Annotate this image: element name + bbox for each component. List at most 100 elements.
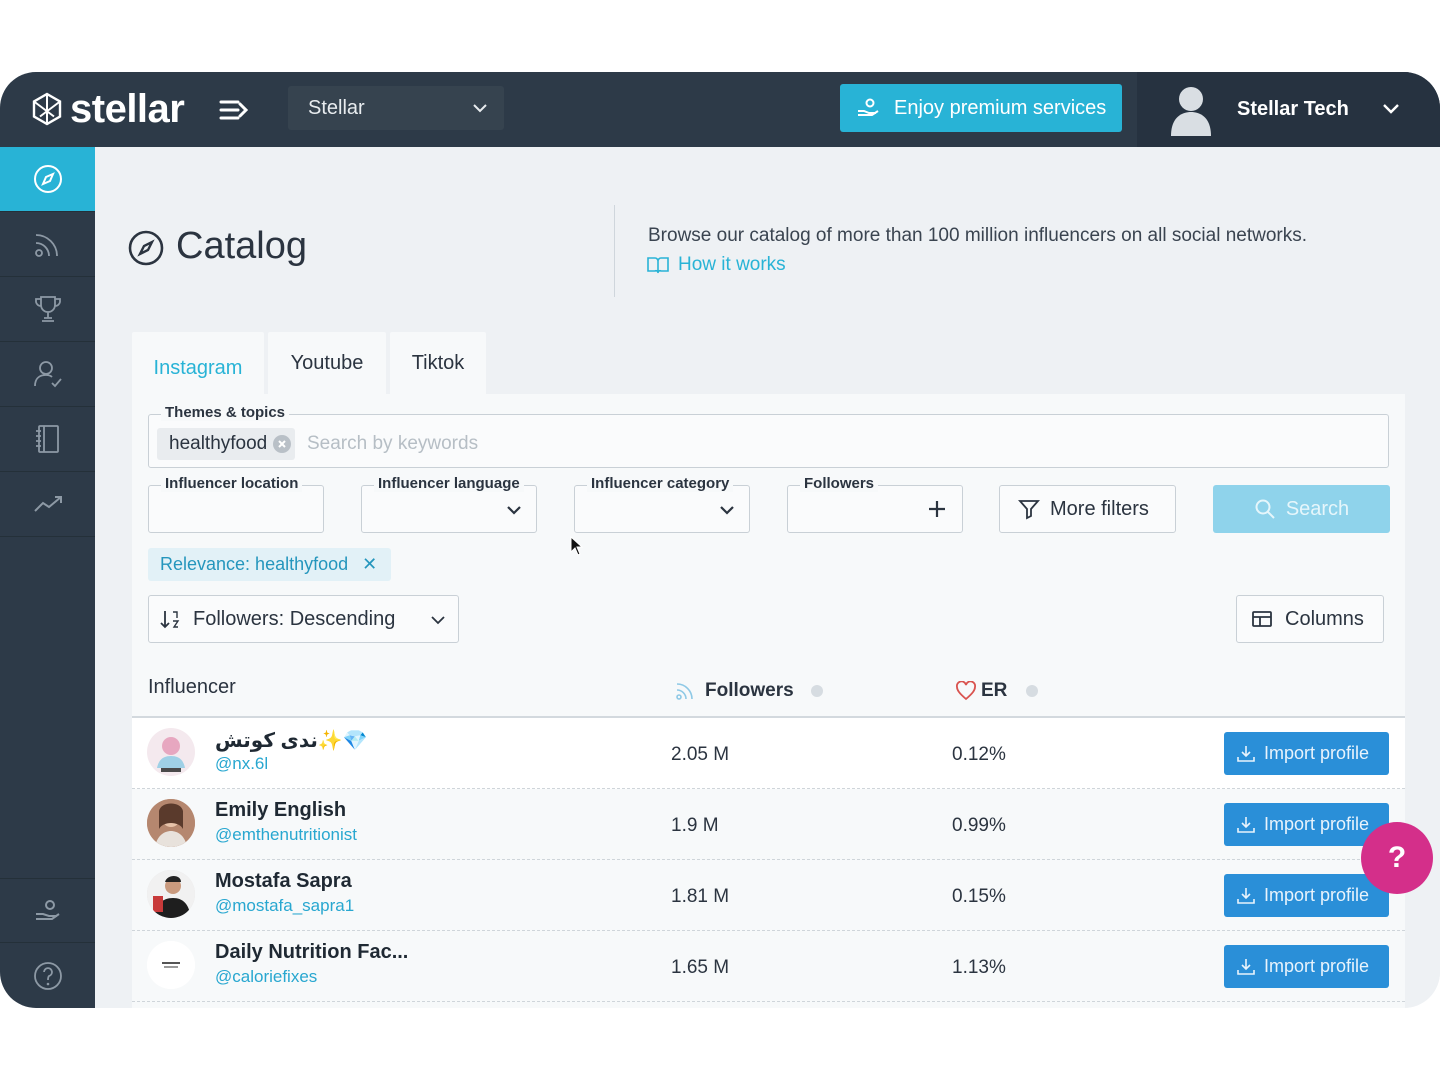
menu-toggle-icon[interactable] [218, 94, 250, 126]
sidebar-item-lists[interactable] [0, 407, 95, 472]
relevance-tag: Relevance: healthyfood ✕ [148, 548, 392, 581]
download-icon [1237, 958, 1255, 975]
app-window: stellar Stellar Enjoy premium services S… [0, 72, 1440, 1008]
avatar [147, 870, 195, 918]
followers-value: 1.65 M [671, 957, 730, 978]
sidebar-item-catalog[interactable] [0, 147, 95, 212]
search-panel: Themes & topics healthyfood Influencer l… [132, 394, 1405, 1008]
rss-icon [34, 234, 58, 257]
language-select[interactable]: Influencer language [361, 475, 537, 533]
influencer-handle[interactable]: @mostafa_sapra1 [215, 896, 354, 916]
import-profile-label: Import profile [1264, 814, 1370, 834]
theme-chip: healthyfood [157, 428, 296, 460]
compass-icon [33, 165, 62, 193]
compass-icon [128, 230, 164, 266]
influencer-name[interactable]: ندى كوتش✨💎 [215, 728, 368, 753]
location-label: Influencer location [161, 475, 303, 492]
more-filters-button[interactable]: More filters [999, 485, 1176, 533]
stellar-logo[interactable]: stellar [30, 86, 185, 131]
search-label: Search [1285, 497, 1350, 520]
category-select[interactable]: Influencer category [574, 475, 750, 533]
network-tabs: Instagram Youtube Tiktok [132, 332, 490, 394]
column-header-followers[interactable]: Followers [675, 680, 824, 702]
location-field[interactable]: Influencer location [148, 475, 324, 533]
help-chat-button[interactable]: ? [1361, 822, 1433, 894]
organization-select[interactable]: Stellar [288, 86, 504, 130]
chevron-down-icon [720, 506, 734, 515]
user-menu[interactable]: Stellar Tech [1137, 72, 1440, 147]
page-title: Catalog [176, 225, 307, 267]
tab-instagram[interactable]: Instagram [132, 332, 264, 394]
chevron-down-icon [473, 104, 487, 113]
tab-tiktok[interactable]: Tiktok [390, 332, 486, 394]
import-profile-button[interactable]: Import profile [1224, 874, 1389, 917]
tab-youtube[interactable]: Youtube [268, 332, 386, 394]
column-header-influencer: Influencer [148, 676, 236, 698]
import-profile-button[interactable]: Import profile [1224, 732, 1389, 775]
import-profile-label: Import profile [1264, 956, 1370, 976]
keywords-input[interactable] [307, 429, 1207, 459]
import-profile-label: Import profile [1264, 885, 1370, 905]
hand-coins-icon [35, 899, 60, 920]
trophy-icon [34, 296, 61, 322]
download-icon [1237, 887, 1255, 904]
sidebar-item-campaigns[interactable] [0, 277, 95, 342]
premium-services-button[interactable]: Enjoy premium services [840, 84, 1122, 132]
header-divider [614, 205, 615, 297]
logo-text: stellar [70, 86, 185, 131]
import-profile-button[interactable]: Import profile [1224, 945, 1389, 988]
main-content: Catalog Browse our catalog of more than … [95, 147, 1440, 1008]
import-profile-label: Import profile [1264, 743, 1370, 763]
themes-field[interactable]: Themes & topics healthyfood [148, 404, 1389, 468]
search-button[interactable]: Search [1213, 485, 1390, 533]
import-profile-button[interactable]: Import profile [1224, 803, 1389, 846]
influencer-handle[interactable]: @emthenutritionist [215, 825, 357, 845]
how-it-works-label: How it works [678, 254, 786, 275]
table-row[interactable]: Mostafa Sapra @mostafa_sapra1 1.81 M 0.1… [132, 860, 1405, 931]
chevron-down-icon [431, 616, 445, 625]
sidebar-item-influencers[interactable] [0, 342, 95, 407]
sidebar-item-feed[interactable] [0, 212, 95, 277]
influencer-handle[interactable]: @caloriefixes [215, 967, 317, 987]
columns-button[interactable]: Columns [1236, 595, 1384, 643]
er-value: 1.13% [952, 957, 1006, 978]
influencer-handle[interactable]: @nx.6l [215, 754, 268, 774]
sidebar-item-help[interactable] [0, 943, 95, 1008]
sidebar-item-analytics[interactable] [0, 472, 95, 537]
hand-coins-icon [858, 98, 879, 116]
chevron-down-icon [1383, 104, 1399, 114]
column-header-er[interactable]: ER [955, 680, 1039, 702]
relevance-tag-label: Relevance: healthyfood [160, 554, 349, 574]
followers-filter-label: Followers [800, 475, 879, 492]
organization-select-value: Stellar [308, 96, 365, 119]
influencer-name[interactable]: Mostafa Sapra [215, 870, 352, 893]
avatar [147, 728, 195, 776]
download-icon [1237, 745, 1255, 762]
columns-label: Columns [1285, 607, 1364, 630]
influencer-name[interactable]: Daily Nutrition Fac... [215, 941, 408, 964]
followers-header-label: Followers [705, 680, 794, 701]
how-it-works-link[interactable]: How it works [646, 254, 786, 276]
remove-chip-icon[interactable] [273, 435, 292, 453]
er-header-label: ER [981, 680, 1008, 701]
avatar [1171, 86, 1211, 136]
search-icon [1255, 499, 1275, 519]
sidebar [0, 147, 95, 1008]
theme-chip-label: healthyfood [169, 433, 268, 454]
plus-icon [929, 501, 945, 517]
close-icon[interactable]: ✕ [362, 554, 377, 575]
followers-value: 1.9 M [671, 815, 719, 836]
category-label: Influencer category [587, 475, 734, 492]
sort-icon [160, 611, 180, 629]
rss-icon [676, 683, 693, 700]
help-circle-icon [33, 961, 62, 990]
followers-filter[interactable]: Followers [787, 475, 963, 533]
table-row[interactable]: Emily English @emthenutritionist 1.9 M 0… [132, 789, 1405, 860]
influencer-name[interactable]: Emily English [215, 799, 346, 822]
sidebar-item-premium[interactable] [0, 878, 95, 943]
followers-value: 1.81 M [671, 886, 730, 907]
sort-select[interactable]: Followers: Descending [148, 595, 459, 643]
themes-label: Themes & topics [161, 404, 290, 421]
table-row[interactable]: Daily Nutrition Fac... @caloriefixes 1.6… [132, 931, 1405, 1002]
table-row[interactable]: ندى كوتش✨💎 @nx.6l 2.05 M 0.12% Import pr… [132, 718, 1405, 789]
